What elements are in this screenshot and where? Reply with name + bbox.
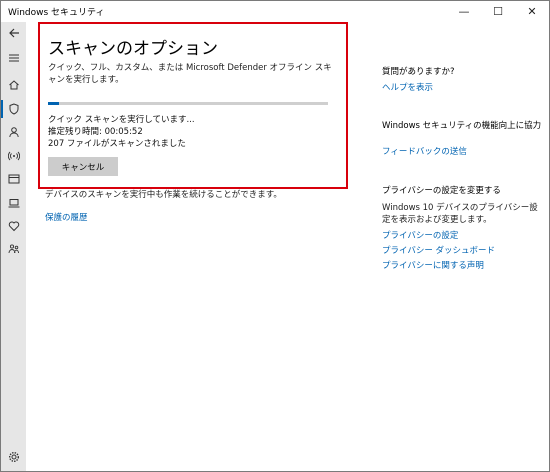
scan-progress-bar [48, 102, 328, 105]
back-arrow-icon[interactable] [1, 23, 26, 43]
main-content: スキャンのオプション クイック、フル、カスタム、または Microsoft De… [27, 22, 549, 471]
hamburger-menu-icon[interactable] [1, 48, 26, 68]
browser-window-icon[interactable] [1, 169, 26, 189]
files-scanned-text: 207 ファイルがスキャンされました [48, 139, 186, 149]
help-heading: 質問がありますか? [382, 67, 455, 77]
close-button[interactable]: ✕ [515, 1, 549, 22]
scan-progress-fill [48, 102, 60, 105]
remaining-time-text: 推定残り時間: 00:05:52 [48, 127, 143, 137]
privacy-heading: プライバシーの設定を変更する [382, 186, 501, 196]
window-title: Windows セキュリティ [8, 8, 105, 18]
privacy-statement-link[interactable]: プライバシーに関する声明 [382, 259, 484, 271]
maximize-button[interactable]: ☐ [481, 1, 515, 22]
app-window: Windows セキュリティ — ☐ ✕ スキャンのオプション クイック、フル、… [0, 0, 550, 472]
title-bar: Windows セキュリティ — ☐ ✕ [1, 1, 549, 22]
gear-icon[interactable] [1, 447, 26, 467]
shield-icon[interactable] [1, 99, 26, 119]
scan-options-card: スキャンのオプション クイック、フル、カスタム、または Microsoft De… [38, 22, 348, 189]
home-icon[interactable] [1, 75, 26, 95]
heart-icon[interactable] [1, 216, 26, 236]
family-icon[interactable] [1, 239, 26, 259]
privacy-dashboard-link[interactable]: プライバシー ダッシュボード [382, 244, 495, 256]
page-title: スキャンのオプション [48, 39, 218, 59]
cancel-button[interactable]: キャンセル [48, 157, 118, 176]
continue-working-text: デバイスのスキャンを実行中も作業を続けることができます。 [45, 190, 282, 200]
improve-heading: Windows セキュリティの機能向上に協力 [382, 121, 542, 131]
privacy-settings-link[interactable]: プライバシーの設定 [382, 229, 458, 241]
send-feedback-link[interactable]: フィードバックの送信 [382, 145, 467, 157]
scan-status-text: クイック スキャンを実行しています... [48, 115, 195, 125]
person-icon[interactable] [1, 122, 26, 142]
privacy-description: Windows 10 デバイスのプライバシー設定を表示および変更します。 [382, 203, 538, 225]
get-help-link[interactable]: ヘルプを表示 [382, 81, 433, 93]
laptop-icon[interactable] [1, 193, 26, 213]
wireless-icon[interactable] [1, 146, 26, 166]
scan-description: クイック、フル、カスタム、または Microsoft Defender オフライ… [48, 63, 332, 85]
minimize-button[interactable]: — [447, 1, 481, 22]
sidebar [1, 22, 26, 471]
protection-history-link[interactable]: 保護の履歴 [45, 211, 88, 223]
